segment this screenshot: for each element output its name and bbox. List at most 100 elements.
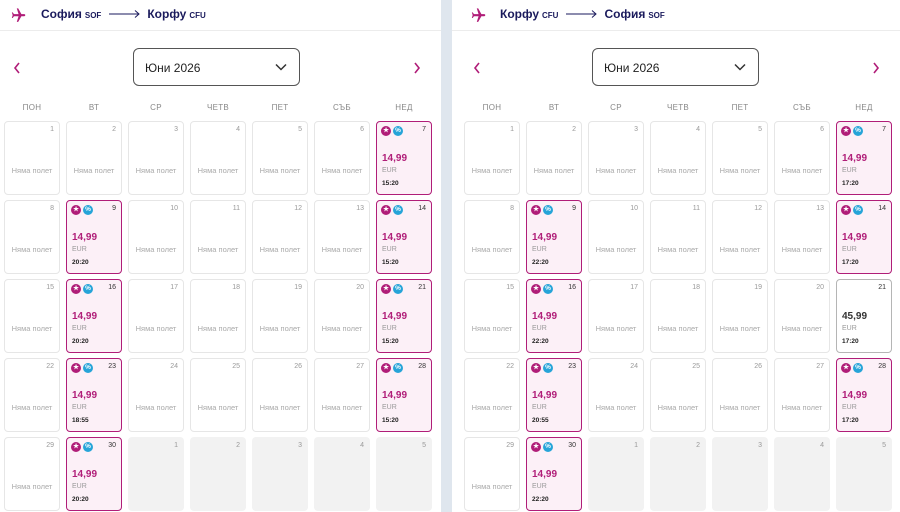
- day-cell-flight[interactable]: 16 ★% 14,99 EUR 22:20: [526, 279, 582, 353]
- chevron-right-icon[interactable]: [871, 61, 881, 75]
- chevron-right-icon[interactable]: [412, 61, 422, 75]
- weekday-label: СР: [150, 103, 162, 112]
- flight-price: 14,99: [382, 311, 408, 322]
- no-flight-label: Няма полет: [719, 166, 761, 175]
- arrow-right-icon: [566, 10, 598, 18]
- currency-label: EUR: [532, 246, 547, 253]
- percent-badge-icon: %: [393, 126, 403, 136]
- day-cell-flight[interactable]: 14 ★% 14,99 EUR 15:20: [376, 200, 432, 274]
- departure-time: 15:20: [382, 338, 399, 345]
- day-cell-empty: 10 Няма полет: [128, 200, 184, 274]
- no-flight-label: Няма полет: [595, 324, 637, 333]
- day-cell-empty: 19 Няма полет: [252, 279, 308, 353]
- day-number: 9: [112, 205, 116, 212]
- no-flight-label: Няма полет: [11, 324, 53, 333]
- day-cell-flight[interactable]: 28 ★% 14,99 EUR 17:20: [836, 358, 892, 432]
- no-flight-label: Няма полет: [781, 245, 823, 254]
- day-cell-empty: 10 Няма полет: [588, 200, 644, 274]
- day-cell-next-month: 4: [774, 437, 830, 511]
- day-cell-flight[interactable]: 30 ★% 14,99 EUR 20:20: [66, 437, 122, 511]
- day-number: 23: [568, 363, 576, 370]
- percent-badge-icon: %: [853, 126, 863, 136]
- day-cell-flight[interactable]: 21 ★% 14,99 EUR 15:20: [376, 279, 432, 353]
- star-badge-icon: ★: [381, 363, 391, 373]
- star-badge-icon: ★: [531, 205, 541, 215]
- weekday-label: НЕД: [395, 103, 413, 112]
- day-cell-flight[interactable]: 14 ★% 14,99 EUR 17:20: [836, 200, 892, 274]
- percent-badge-icon: %: [393, 363, 403, 373]
- day-number: 4: [236, 126, 240, 133]
- no-flight-label: Няма полет: [321, 324, 363, 333]
- day-cell-flight[interactable]: 21 45,99 EUR 17:20: [836, 279, 892, 353]
- weekday-label: ПЕТ: [731, 103, 749, 112]
- flight-price: 14,99: [382, 390, 408, 401]
- currency-label: EUR: [382, 325, 397, 332]
- day-cell-empty: 24 Няма полет: [128, 358, 184, 432]
- day-number: 18: [692, 284, 700, 291]
- day-cell-flight[interactable]: 7 ★% 14,99 EUR 17:20: [836, 121, 892, 195]
- day-cell-empty: 5 Няма полет: [252, 121, 308, 195]
- day-cell-flight[interactable]: 30 ★% 14,99 EUR 22:20: [526, 437, 582, 511]
- month-select[interactable]: Юни 2026: [592, 48, 759, 86]
- day-cell-flight[interactable]: 23 ★% 14,99 EUR 20:55: [526, 358, 582, 432]
- day-number: 1: [510, 126, 514, 133]
- no-flight-label: Няма полет: [135, 245, 177, 254]
- day-number: 3: [758, 442, 762, 449]
- day-number: 23: [108, 363, 116, 370]
- no-flight-label: Няма полет: [197, 403, 239, 412]
- plane-icon: [11, 8, 26, 22]
- month-label: Юни 2026: [604, 61, 660, 75]
- departure-time: 20:20: [72, 259, 89, 266]
- day-cell-empty: 17 Няма полет: [128, 279, 184, 353]
- weekday-label: ЧЕТВ: [206, 103, 230, 112]
- chevron-left-icon[interactable]: [472, 61, 482, 75]
- day-cell-empty: 18 Няма полет: [190, 279, 246, 353]
- no-flight-label: Няма полет: [197, 245, 239, 254]
- deal-badges: ★%: [381, 205, 405, 215]
- day-number: 29: [506, 442, 514, 449]
- flight-price: 14,99: [842, 153, 868, 164]
- day-cell-flight[interactable]: 9 ★% 14,99 EUR 22:20: [526, 200, 582, 274]
- star-badge-icon: ★: [531, 442, 541, 452]
- no-flight-label: Няма полет: [259, 324, 301, 333]
- plane-icon: [471, 8, 486, 22]
- departure-time: 22:20: [532, 259, 549, 266]
- calendar-panel-return: Корфу CFU София SOF Юни 2026 ПОН ВТ СР ЧЕТВ…: [452, 0, 900, 512]
- no-flight-label: Няма полет: [135, 403, 177, 412]
- day-number: 14: [878, 205, 886, 212]
- month-select[interactable]: Юни 2026: [133, 48, 300, 86]
- percent-badge-icon: %: [393, 284, 403, 294]
- day-cell-flight[interactable]: 23 ★% 14,99 EUR 18:55: [66, 358, 122, 432]
- no-flight-label: Няма полет: [719, 324, 761, 333]
- percent-badge-icon: %: [543, 284, 553, 294]
- day-cell-empty: 2 Няма полет: [526, 121, 582, 195]
- currency-label: EUR: [532, 483, 547, 490]
- chevron-left-icon[interactable]: [12, 61, 22, 75]
- day-cell-empty: 18 Няма полет: [650, 279, 706, 353]
- star-badge-icon: ★: [531, 284, 541, 294]
- day-cell-empty: 2 Няма полет: [66, 121, 122, 195]
- no-flight-label: Няма полет: [657, 245, 699, 254]
- no-flight-label: Няма полет: [259, 403, 301, 412]
- day-cell-next-month: 5: [836, 437, 892, 511]
- day-number: 19: [294, 284, 302, 291]
- day-cell-flight[interactable]: 7 ★% 14,99 EUR 15:20: [376, 121, 432, 195]
- day-cell-empty: 3 Няма полет: [588, 121, 644, 195]
- day-cell-empty: 22 Няма полет: [4, 358, 60, 432]
- no-flight-label: Няма полет: [781, 403, 823, 412]
- no-flight-label: Няма полет: [321, 245, 363, 254]
- no-flight-label: Няма полет: [595, 403, 637, 412]
- no-flight-label: Няма полет: [595, 166, 637, 175]
- day-cell-flight[interactable]: 9 ★% 14,99 EUR 20:20: [66, 200, 122, 274]
- day-cell-flight[interactable]: 16 ★% 14,99 EUR 20:20: [66, 279, 122, 353]
- day-cell-flight[interactable]: 28 ★% 14,99 EUR 15:20: [376, 358, 432, 432]
- weekday-label: ПОН: [482, 103, 502, 112]
- weekday-label: ПОН: [22, 103, 42, 112]
- day-number: 13: [356, 205, 364, 212]
- day-cell-empty: 11 Няма полет: [190, 200, 246, 274]
- day-cell-empty: 4 Няма полет: [650, 121, 706, 195]
- flight-price: 14,99: [72, 469, 98, 480]
- deal-badges: ★%: [71, 363, 95, 373]
- day-cell-empty: 4 Няма полет: [190, 121, 246, 195]
- deal-badges: ★%: [381, 284, 405, 294]
